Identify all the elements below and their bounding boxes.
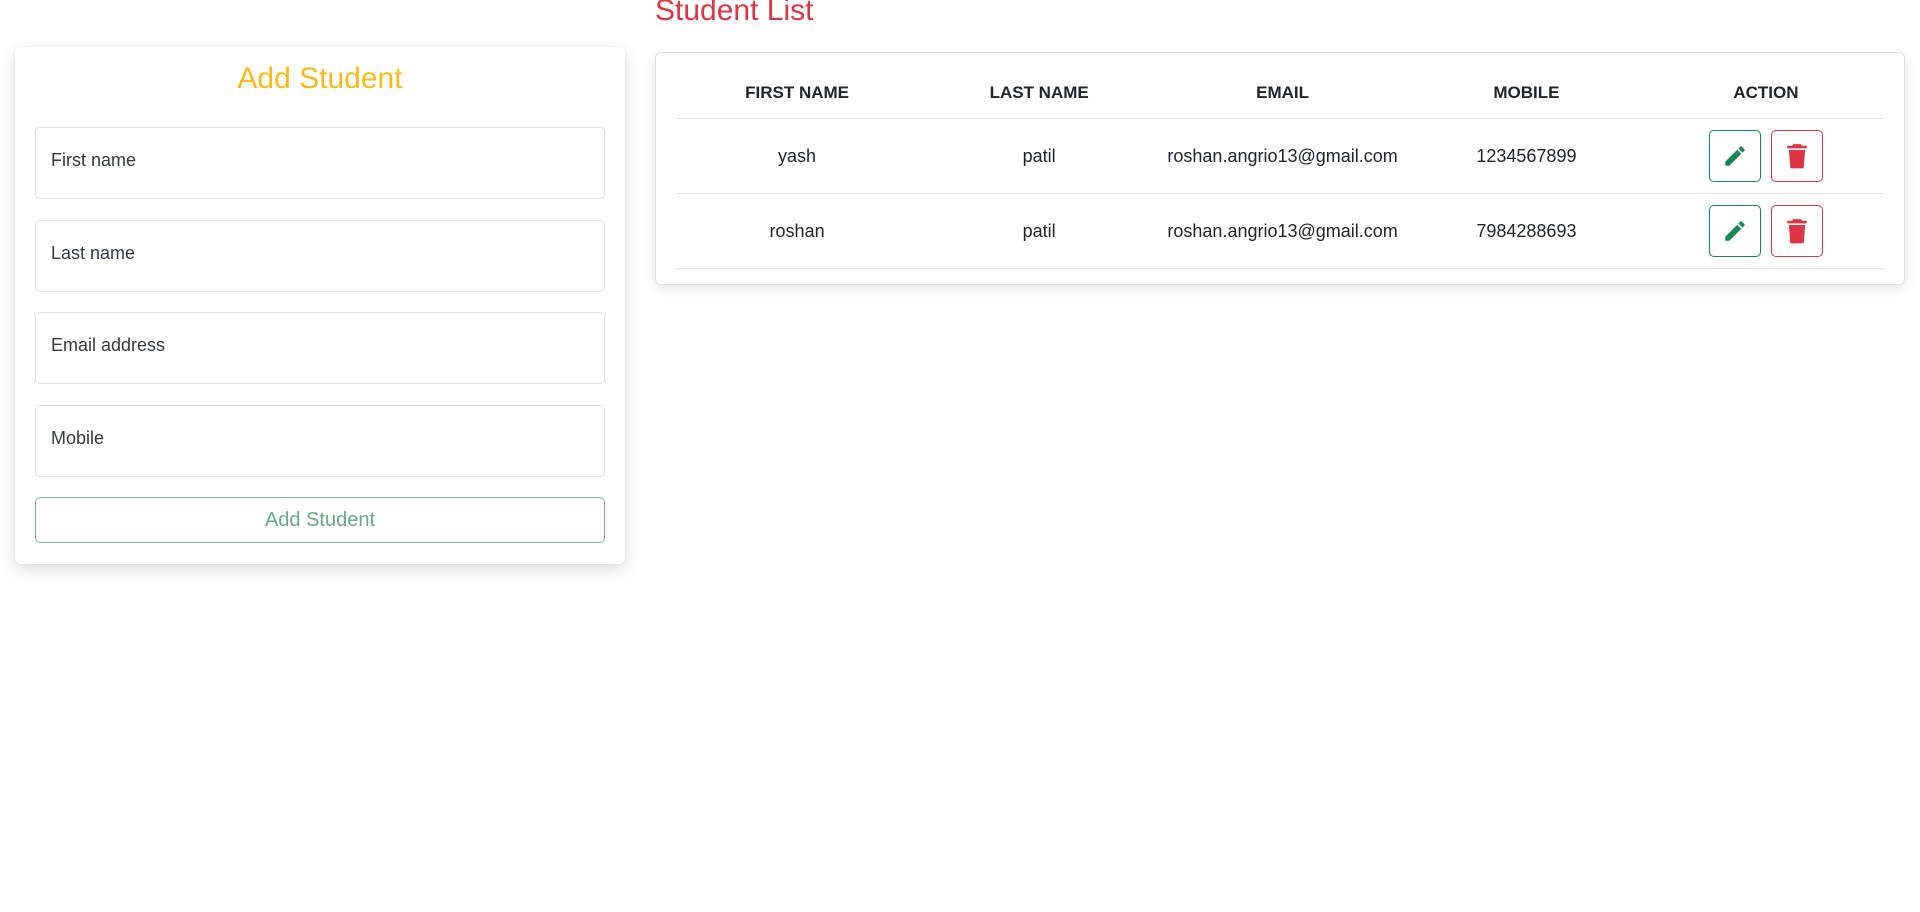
delete-button[interactable] — [1770, 130, 1823, 182]
cell-action — [1647, 118, 1884, 194]
email-field[interactable] — [35, 312, 605, 384]
delete-button[interactable] — [1770, 205, 1823, 257]
column-header-email: EMAIL — [1160, 68, 1405, 119]
edit-button[interactable] — [1708, 205, 1761, 257]
trash-icon — [1786, 218, 1808, 244]
column-header-action: ACTION — [1647, 68, 1884, 119]
form-title: Add Student — [237, 62, 403, 95]
pencil-icon — [1722, 143, 1748, 169]
student-table-card: FIRST NAME LAST NAME EMAIL MOBILE ACTION… — [655, 52, 1905, 285]
cell-first-name: yash — [676, 118, 919, 194]
cell-mobile: 1234567899 — [1405, 118, 1648, 194]
trash-icon — [1786, 143, 1808, 169]
column-header-first-name: FIRST NAME — [676, 68, 919, 119]
table-row: yash patil roshan.angrio13@gmail.com 123… — [676, 118, 1884, 194]
action-group — [1708, 130, 1823, 182]
student-list-title: Student List — [655, 0, 814, 27]
cell-last-name: patil — [918, 118, 1161, 194]
cell-action — [1647, 193, 1884, 269]
cell-email: roshan.angrio13@gmail.com — [1160, 118, 1405, 194]
first-name-input[interactable] — [36, 128, 604, 198]
add-student-button[interactable]: Add Student — [35, 497, 605, 543]
add-student-card: Add Student Add Student — [15, 47, 625, 564]
email-input[interactable] — [36, 313, 604, 383]
edit-button[interactable] — [1708, 130, 1761, 182]
last-name-field[interactable] — [35, 220, 605, 292]
column-header-last-name: LAST NAME — [918, 68, 1161, 119]
table-header-row: FIRST NAME LAST NAME EMAIL MOBILE ACTION — [676, 68, 1884, 119]
action-group — [1708, 205, 1823, 257]
mobile-field[interactable] — [35, 405, 605, 477]
cell-last-name: patil — [918, 193, 1161, 269]
mobile-input[interactable] — [36, 406, 604, 476]
table-row: roshan patil roshan.angrio13@gmail.com 7… — [676, 193, 1884, 269]
cell-first-name: roshan — [676, 193, 919, 269]
cell-email: roshan.angrio13@gmail.com — [1160, 193, 1405, 269]
column-header-mobile: MOBILE — [1405, 68, 1648, 119]
pencil-icon — [1722, 218, 1748, 244]
cell-mobile: 7984288693 — [1405, 193, 1648, 269]
student-table: FIRST NAME LAST NAME EMAIL MOBILE ACTION… — [676, 68, 1884, 269]
first-name-field[interactable] — [35, 127, 605, 199]
last-name-input[interactable] — [36, 221, 604, 291]
